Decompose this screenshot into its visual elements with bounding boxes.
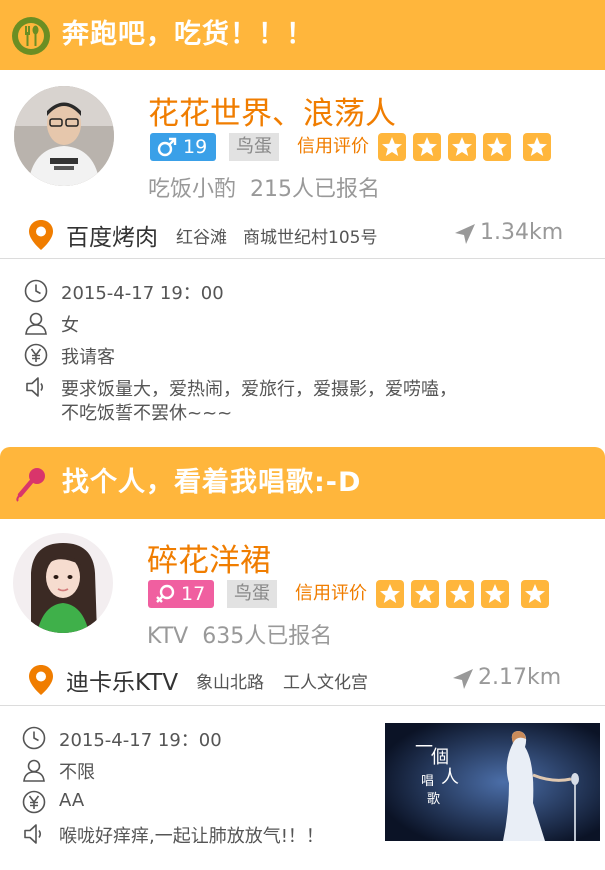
location-pin-icon [29, 220, 53, 250]
payment-method: AA [59, 790, 85, 811]
event-datetime: 2015-4-17 19：00 [59, 730, 222, 751]
star-icon [413, 133, 441, 161]
event-title: 找个人，看着我唱歌:-D [62, 467, 362, 498]
level-badge: 鸟蛋 [229, 133, 279, 161]
host-age: 17 [181, 583, 206, 605]
avatar[interactable] [13, 533, 113, 633]
navigation-arrow-icon [455, 224, 475, 244]
divider [0, 705, 605, 706]
clock-icon [22, 726, 46, 750]
signup-count: 215人已报名 [250, 177, 381, 202]
microphone-icon [16, 468, 45, 502]
star-icon [523, 133, 551, 161]
event-header: 找个人，看着我唱歌:-D [0, 447, 605, 519]
event-description: 喉咙好痒痒,一起让肺放放气!！！ [59, 826, 324, 847]
gender-requirement: 不限 [59, 762, 95, 783]
event-title: 奔跑吧，吃货！！！ [62, 19, 314, 50]
female-symbol-icon [156, 584, 175, 603]
category-signup: 吃饭小酌 215人已报名 [148, 171, 380, 203]
avatar[interactable] [14, 86, 114, 186]
venue-name: 百度烤肉 [66, 225, 158, 251]
venue-name: 迪卡乐KTV [66, 670, 179, 696]
signup-count: 635人已报名 [202, 624, 333, 649]
event-photo[interactable]: 一 個 人 唱 歌 [385, 723, 600, 841]
star-icon [446, 580, 474, 608]
location-row[interactable]: 百度烤肉 红谷滩 商城世纪村105号 1.34km [0, 212, 605, 258]
host-name[interactable]: 花花世界、浪荡人 [148, 88, 396, 133]
photo-caption-char: 個 [431, 747, 449, 768]
star-icon [376, 580, 404, 608]
district: 象山北路 [196, 673, 264, 693]
location-row[interactable]: 迪卡乐KTV 象山北路 工人文化宫 2.17km [0, 657, 605, 703]
star-icon [483, 133, 511, 161]
yuan-icon [24, 343, 48, 367]
event-description: 要求饭量大，爱热闹，爱旅行，爱摄影，爱唠嗑， [61, 379, 457, 400]
star-icon [448, 133, 476, 161]
gender-requirement: 女 [61, 315, 79, 336]
event-category: 吃饭小酌 [148, 177, 237, 202]
speaker-icon [24, 824, 42, 844]
street-address: 商城世纪村105号 [243, 228, 378, 248]
distance: 2.17km [478, 665, 562, 690]
event-card[interactable]: 奔跑吧，吃货！！！ 花花世界、浪荡人 19 鸟蛋 信用评价 吃饭小酌 215人已… [0, 0, 605, 440]
divider [0, 258, 605, 259]
star-icon [481, 580, 509, 608]
event-header: 奔跑吧，吃货！！！ [0, 0, 605, 70]
yuan-icon [22, 790, 46, 814]
gender-age-badge: 17 [148, 580, 214, 608]
category-signup: KTV 635人已报名 [147, 618, 332, 650]
star-icon [378, 133, 406, 161]
star-icon [411, 580, 439, 608]
gender-age-badge: 19 [150, 133, 216, 161]
location-pin-icon [29, 665, 53, 695]
credit-stars [376, 580, 551, 608]
star-icon [521, 580, 549, 608]
male-symbol-icon [157, 137, 177, 157]
credit-stars [378, 133, 553, 161]
credit-label: 信用评价 [295, 583, 367, 604]
person-icon [25, 312, 47, 335]
street-address: 工人文化宫 [283, 673, 368, 693]
distance: 1.34km [480, 220, 564, 245]
host-age: 19 [183, 136, 208, 158]
photo-caption-char: 唱 [421, 774, 434, 789]
fork-spoon-icon [12, 17, 50, 55]
person-icon [23, 759, 45, 782]
event-category: KTV [147, 624, 189, 649]
payment-method: 我请客 [61, 347, 115, 368]
photo-caption-char: 人 [441, 767, 459, 788]
district: 红谷滩 [176, 228, 227, 248]
level-badge: 鸟蛋 [227, 580, 277, 608]
credit-label: 信用评价 [297, 136, 369, 157]
photo-caption-char: 歌 [427, 792, 440, 807]
clock-icon [24, 279, 48, 303]
host-name[interactable]: 碎花洋裙 [147, 535, 271, 580]
event-description-cont: 不吃饭誓不罢休~~~ [61, 403, 233, 424]
speaker-icon [26, 377, 44, 397]
navigation-arrow-icon [453, 669, 473, 689]
event-card[interactable]: 找个人，看着我唱歌:-D 碎花洋裙 17 鸟蛋 信用评价 KTV 635人已报名… [0, 447, 605, 870]
event-datetime: 2015-4-17 19：00 [61, 283, 224, 304]
